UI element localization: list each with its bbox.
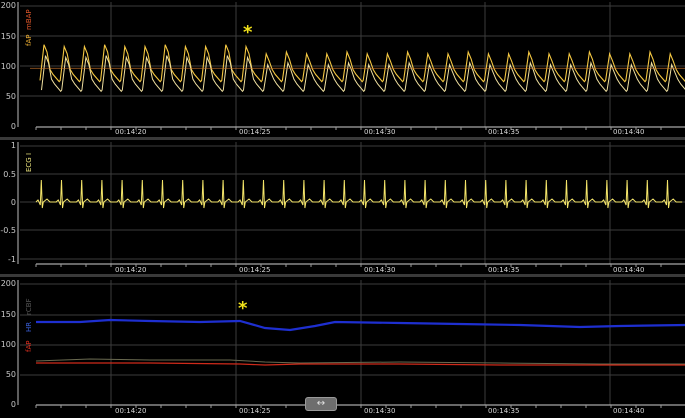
time-tick: 00:14:35 <box>488 128 520 136</box>
channel-label-fap: fAP <box>25 34 33 46</box>
time-tick: 00:14:25 <box>239 266 271 274</box>
time-tick: 00:14:35 <box>488 266 520 274</box>
time-tick: 00:14:25 <box>239 128 271 136</box>
time-tick: 00:14:20 <box>115 266 147 274</box>
pressure-waveform-plot <box>17 2 685 130</box>
y-tick: 100 <box>0 62 16 71</box>
y-tick: 150 <box>0 310 16 319</box>
time-tick: 00:14:40 <box>613 266 645 274</box>
channel-label-fap: fAP <box>25 340 33 352</box>
time-tick: 00:14:30 <box>364 128 396 136</box>
ecg-waveform-plot <box>17 142 685 267</box>
time-tick: 00:14:35 <box>488 407 520 415</box>
pressure-trace-upper <box>39 44 685 83</box>
y-tick: 0 <box>10 122 16 131</box>
ecg-trace <box>35 179 683 209</box>
y-tick: 200 <box>0 1 16 10</box>
y-tick: 0 <box>10 198 16 207</box>
time-tick: 00:14:25 <box>239 407 271 415</box>
y-tick: 50 <box>5 92 16 101</box>
time-tick: 00:14:20 <box>115 128 147 136</box>
y-tick: -0.5 <box>0 226 16 235</box>
event-marker: * <box>238 298 248 319</box>
trend-plot <box>17 280 685 408</box>
trend-panel[interactable]: 200 150 100 50 0 fAP HR rCBF 00:14:20 00… <box>0 277 685 418</box>
timeline-scroll-thumb[interactable]: ↔ <box>305 397 337 411</box>
channel-label-mbap: mBAP <box>25 9 33 30</box>
time-tick: 00:14:20 <box>115 407 147 415</box>
y-tick: 100 <box>0 340 16 349</box>
time-tick: 00:14:40 <box>613 128 645 136</box>
y-tick: -1 <box>8 255 16 264</box>
event-marker: * <box>243 22 253 43</box>
y-tick: 0.5 <box>3 170 16 179</box>
double-arrow-icon: ↔ <box>316 398 326 409</box>
time-tick: 00:14:30 <box>364 266 396 274</box>
channel-label-rcbf: rCBF <box>25 298 33 315</box>
y-tick: 50 <box>5 370 16 379</box>
y-tick: 200 <box>0 279 16 288</box>
channel-label-ecg: ECG I <box>25 152 33 172</box>
ecg-panel[interactable]: 1 0.5 0 -0.5 -1 ECG I 00:14:20 00:14:25 … <box>0 140 685 274</box>
pressure-panel[interactable]: 200 150 100 50 0 fAP mBAP 00:14:20 00:14… <box>0 0 685 137</box>
time-tick: 00:14:30 <box>364 407 396 415</box>
time-tick: 00:14:40 <box>613 407 645 415</box>
y-tick: 150 <box>0 32 16 41</box>
y-tick: 0 <box>10 400 16 409</box>
y-tick: 1 <box>10 141 16 150</box>
channel-label-hr: HR <box>25 321 33 332</box>
